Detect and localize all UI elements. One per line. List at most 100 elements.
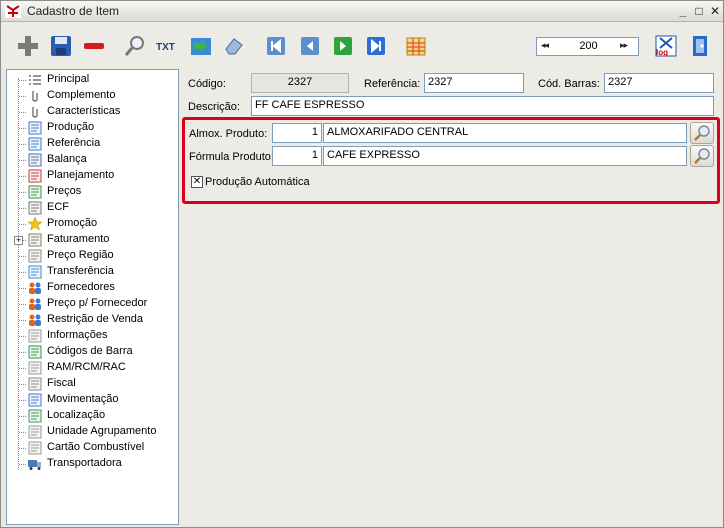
reference-icon bbox=[28, 137, 42, 151]
tree-connector bbox=[19, 208, 26, 209]
tree-connector bbox=[19, 160, 26, 161]
first-record-icon[interactable] bbox=[263, 33, 289, 59]
magnifier-icon bbox=[694, 148, 710, 164]
tree-item-unidade-agrupamento[interactable]: Unidade Agrupamento bbox=[7, 424, 177, 440]
tree-item-caracteristicas[interactable]: Características bbox=[7, 104, 177, 120]
region-price-icon bbox=[28, 249, 42, 263]
tree-item-preco-regiao[interactable]: Preço Região bbox=[7, 248, 177, 264]
tree-item-fiscal[interactable]: Fiscal bbox=[7, 376, 177, 392]
search-icon[interactable] bbox=[122, 33, 148, 59]
tree-item-label: Faturamento bbox=[47, 233, 110, 245]
suppliers-icon bbox=[29, 282, 41, 294]
refresh-icon[interactable] bbox=[188, 33, 214, 59]
navigation-tree[interactable]: Principal Complemento Características Produ… bbox=[6, 69, 179, 525]
production-icon bbox=[28, 121, 42, 135]
maximize-button[interactable]: □ bbox=[691, 4, 707, 18]
tree-item-label: Cartão Combustível bbox=[47, 441, 145, 453]
tree-item-label: Localização bbox=[47, 409, 106, 421]
nav-last-button[interactable]: ▸▸ bbox=[620, 40, 628, 51]
minimize-button[interactable]: _ bbox=[675, 4, 691, 18]
almox-code-field[interactable]: 1 bbox=[272, 123, 322, 143]
calendar-grid-icon[interactable] bbox=[403, 33, 429, 59]
expand-icon[interactable]: + bbox=[14, 236, 23, 245]
previous-record-icon[interactable] bbox=[297, 33, 323, 59]
list-icon bbox=[29, 75, 41, 85]
tree-item-referencia[interactable]: Referência bbox=[7, 136, 177, 152]
log-icon[interactable]: log bbox=[653, 33, 679, 59]
add-icon[interactable] bbox=[15, 33, 41, 59]
descricao-label: Descrição: bbox=[188, 101, 240, 113]
magnifier-icon bbox=[694, 125, 710, 141]
tree-item-precos[interactable]: Preços bbox=[7, 184, 177, 200]
descricao-field[interactable]: FF CAFE ESPRESSO bbox=[251, 96, 714, 116]
tree-item-balanca[interactable]: Balança bbox=[7, 152, 177, 168]
tree-item-label: Promoção bbox=[47, 217, 98, 229]
tree-connector bbox=[19, 368, 26, 369]
tree-item-promocao[interactable]: Promoção bbox=[7, 216, 177, 232]
codigo-field: 2327 bbox=[251, 73, 349, 93]
txt-export-icon[interactable]: TXT bbox=[155, 33, 181, 59]
tree-item-movimentacao[interactable]: Movimentação bbox=[7, 392, 177, 408]
tree-item-codigos-de-barra[interactable]: Códigos de Barra bbox=[7, 344, 177, 360]
tree-item-localizacao[interactable]: Localização bbox=[7, 408, 177, 424]
tree-connector bbox=[19, 80, 26, 81]
tree-item-ram-rcm-rac[interactable]: RAM/RCM/RAC bbox=[7, 360, 177, 376]
tree-item-transferencia[interactable]: Transferência bbox=[7, 264, 177, 280]
tree-item-transportadora[interactable]: Transportadora bbox=[7, 456, 177, 472]
tree-connector bbox=[19, 336, 26, 337]
tree-item-informacoes[interactable]: Informações bbox=[7, 328, 177, 344]
almox-name-field[interactable]: ALMOXARIFADO CENTRAL bbox=[323, 123, 687, 143]
delete-icon[interactable] bbox=[81, 33, 107, 59]
tree-item-label: Transferência bbox=[47, 265, 114, 277]
document-icon bbox=[28, 425, 42, 439]
save-icon[interactable] bbox=[48, 33, 74, 59]
tree-item-planejamento[interactable]: Planejamento bbox=[7, 168, 177, 184]
supplier-price-icon bbox=[29, 298, 41, 310]
tree-item-complemento[interactable]: Complemento bbox=[7, 88, 177, 104]
tree-connector bbox=[19, 288, 26, 289]
movement-icon bbox=[28, 393, 42, 407]
tree-connector bbox=[19, 176, 26, 177]
cod-barras-field[interactable]: 2327 bbox=[604, 73, 714, 93]
tree-item-label: Características bbox=[47, 105, 121, 117]
producao-automatica-checkbox[interactable]: ✕ bbox=[191, 176, 203, 188]
truck-icon bbox=[28, 460, 41, 470]
tree-item-preco-p-fornecedor[interactable]: Preço p/ Fornecedor bbox=[7, 296, 177, 312]
tree-item-producao[interactable]: Produção bbox=[7, 120, 177, 136]
tree-item-principal[interactable]: Principal bbox=[7, 72, 177, 88]
tree-item-label: ECF bbox=[47, 201, 69, 213]
tree-connector bbox=[19, 224, 26, 225]
svg-text:log: log bbox=[656, 48, 668, 57]
location-icon bbox=[28, 409, 42, 423]
toolbar: TXT ◂◂ 200 ▸▸ log bbox=[1, 23, 723, 67]
tree-item-faturamento[interactable]: + Faturamento bbox=[7, 232, 177, 248]
formula-name-field[interactable]: CAFE EXPRESSO bbox=[323, 146, 687, 166]
next-record-icon[interactable] bbox=[330, 33, 356, 59]
fiscal-icon bbox=[28, 377, 42, 391]
almox-search-button[interactable] bbox=[690, 122, 714, 144]
formula-search-button[interactable] bbox=[690, 145, 714, 167]
tree-connector bbox=[19, 112, 26, 113]
close-button[interactable]: ✕ bbox=[707, 4, 723, 18]
tree-connector bbox=[19, 144, 26, 145]
exit-icon[interactable] bbox=[687, 33, 713, 59]
formula-code-field[interactable]: 1 bbox=[272, 146, 322, 166]
record-navigator[interactable]: ◂◂ 200 ▸▸ bbox=[536, 37, 639, 56]
tree-item-label: Planejamento bbox=[47, 169, 115, 181]
tree-item-label: Restrição de Venda bbox=[47, 313, 144, 325]
referencia-field[interactable]: 2327 bbox=[424, 73, 524, 93]
transfer-icon bbox=[28, 265, 42, 279]
tree-item-cartao-combustivel[interactable]: Cartão Combustível bbox=[7, 440, 177, 456]
tree-item-ecf[interactable]: ECF bbox=[7, 200, 177, 216]
tree-item-restricao-de-venda[interactable]: Restrição de Venda bbox=[7, 312, 177, 328]
clip-icon bbox=[32, 107, 38, 118]
tree-item-label: Preços bbox=[47, 185, 82, 197]
last-record-icon[interactable] bbox=[363, 33, 389, 59]
tree-item-fornecedores[interactable]: Fornecedores bbox=[7, 280, 177, 296]
producao-automatica-label[interactable]: Produção Automática bbox=[205, 176, 310, 188]
scale-icon bbox=[28, 153, 42, 167]
tree-item-label: Referência bbox=[47, 137, 101, 149]
codigo-label: Código: bbox=[188, 78, 226, 90]
title-bar[interactable]: Cadastro de Item _ □ ✕ bbox=[1, 1, 723, 22]
eraser-icon[interactable] bbox=[221, 33, 247, 59]
